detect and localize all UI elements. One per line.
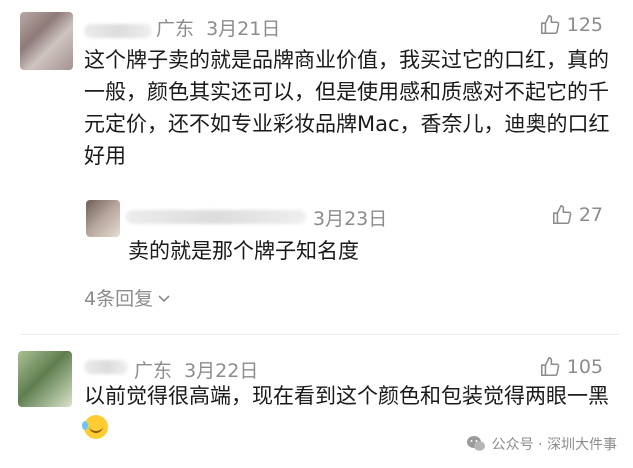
reply-text: 卖的就是那个牌子知名度 <box>128 239 359 263</box>
like-button[interactable]: 125 <box>539 14 603 36</box>
avatar[interactable] <box>20 12 73 70</box>
username-blurred[interactable] <box>84 24 152 38</box>
view-replies-link[interactable]: 4条回复 <box>84 284 171 311</box>
avatar[interactable] <box>18 351 72 407</box>
username-blurred[interactable] <box>126 210 306 224</box>
avatar[interactable] <box>86 200 120 237</box>
watermark: 公众号 · 深圳大件事 <box>466 434 617 454</box>
username-blurred[interactable] <box>84 360 128 374</box>
thumbs-up-icon <box>540 15 560 35</box>
comment-date: 3月22日 <box>184 360 259 382</box>
comment-text-content: 以前觉得很高端，现在看到这个颜色和包装觉得两眼一黑 <box>84 384 609 408</box>
wechat-icon <box>466 436 485 451</box>
like-count: 125 <box>566 14 603 36</box>
like-count: 105 <box>566 356 603 378</box>
replies-label: 4条回复 <box>84 288 154 310</box>
comment-date: 3月21日 <box>206 18 281 40</box>
comment-meta: 广东 3月22日 <box>134 356 258 383</box>
like-count: 27 <box>578 204 603 226</box>
comment-meta: 广东 3月21日 <box>156 14 280 41</box>
laugh-cry-emoji-icon <box>82 415 108 439</box>
like-button[interactable]: 105 <box>539 356 603 378</box>
comment-location: 广东 <box>134 360 173 382</box>
like-button[interactable]: 27 <box>551 204 603 226</box>
reply-date: 3月23日 <box>313 208 388 230</box>
comment-location: 广东 <box>156 18 195 40</box>
thumbs-up-icon <box>552 205 572 225</box>
comment-text: 这个牌子卖的就是品牌商业价值，我买过它的口红，真的一般，颜色其实还可以，但是使用… <box>84 48 610 168</box>
watermark-label: 公众号 · 深圳大件事 <box>491 437 617 453</box>
thumbs-up-icon <box>540 357 560 377</box>
chevron-down-icon <box>158 294 170 302</box>
divider <box>20 334 619 335</box>
